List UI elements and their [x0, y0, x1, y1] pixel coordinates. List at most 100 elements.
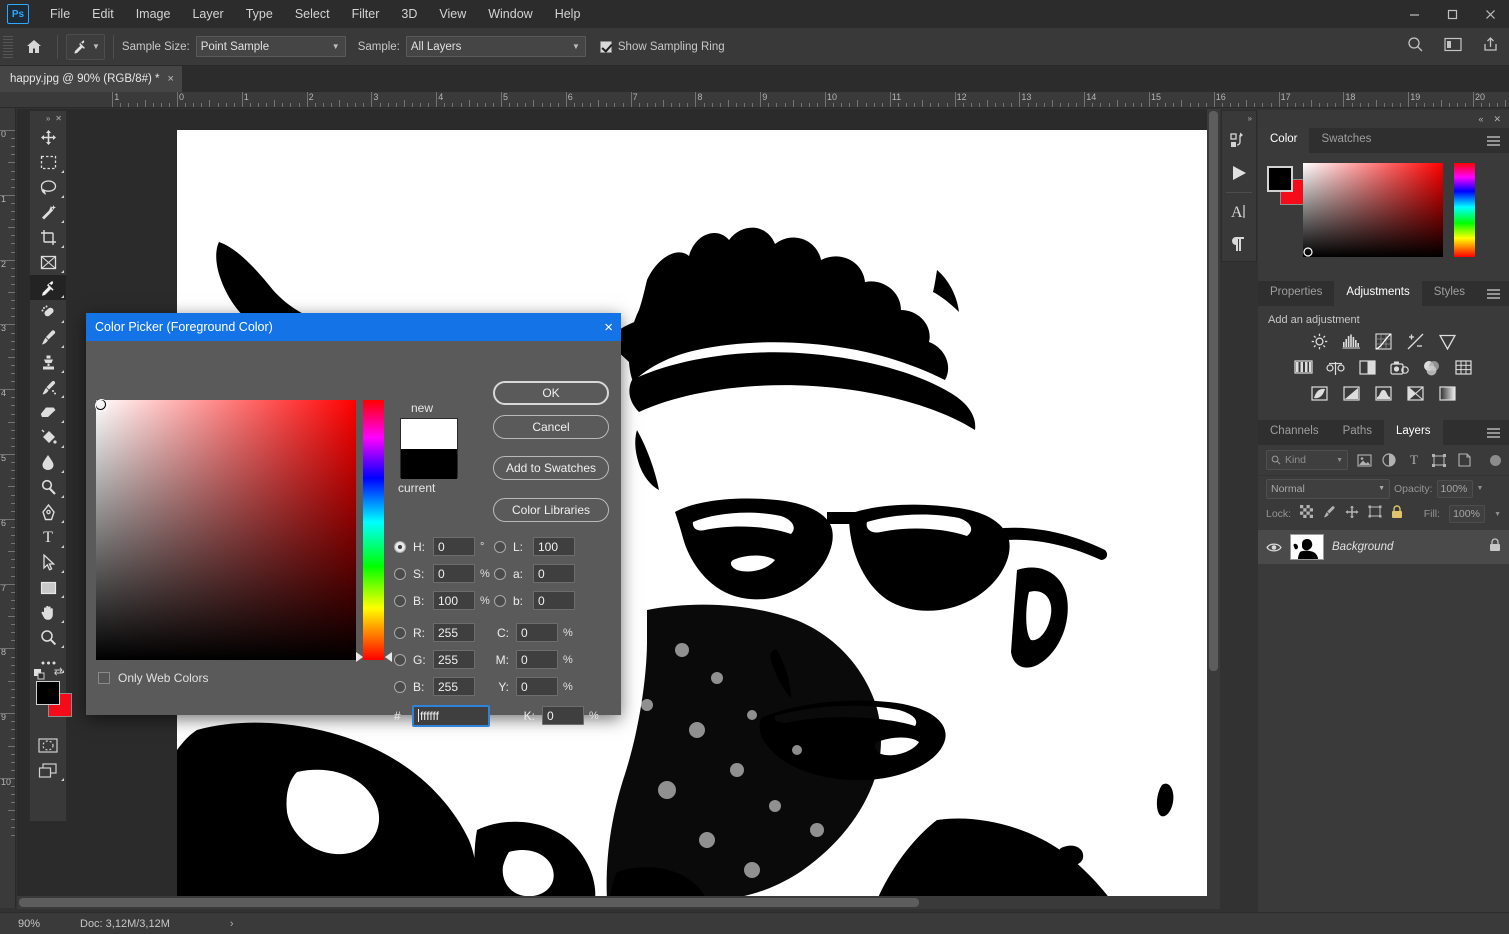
color-libraries-button[interactable]: Color Libraries	[493, 498, 609, 522]
ok-button[interactable]: OK	[493, 381, 609, 405]
smart-object-filter-icon[interactable]	[1455, 453, 1473, 467]
input-b-blue[interactable]: 255	[433, 677, 475, 696]
panel-menu-icon[interactable]	[1486, 134, 1501, 152]
channel-mixer-icon[interactable]	[1421, 358, 1443, 377]
tab-swatches[interactable]: Swatches	[1309, 128, 1384, 153]
radio-b-blue[interactable]	[394, 680, 406, 693]
menu-file[interactable]: File	[39, 3, 81, 25]
default-colors-icon[interactable]	[34, 667, 45, 680]
color-picker-titlebar[interactable]: Color Picker (Foreground Color) ×	[86, 313, 621, 341]
input-y[interactable]: 0	[516, 677, 558, 696]
menu-window[interactable]: Window	[477, 3, 543, 25]
tab-styles[interactable]: Styles	[1421, 281, 1478, 306]
adjustment-filter-icon[interactable]	[1380, 453, 1398, 467]
maximize-icon[interactable]	[1433, 0, 1471, 28]
only-web-colors-row[interactable]: Only Web Colors	[98, 671, 208, 685]
input-g[interactable]: 255	[433, 650, 475, 669]
tool-gradient[interactable]	[30, 425, 66, 450]
input-h[interactable]: 0	[433, 537, 475, 556]
lock-transparent-pixels-icon[interactable]	[1300, 505, 1314, 523]
color-preview[interactable]	[400, 418, 458, 479]
collapse-icon[interactable]: »	[46, 114, 50, 123]
hue-slider-handle-left[interactable]	[356, 652, 363, 662]
screen-mode-icon[interactable]	[30, 758, 66, 783]
tool-object-selection[interactable]	[30, 200, 66, 225]
tool-crop[interactable]	[30, 225, 66, 250]
minimize-icon[interactable]	[1395, 0, 1433, 28]
tool-rectangular-marquee[interactable]	[30, 150, 66, 175]
shape-filter-icon[interactable]	[1430, 453, 1448, 467]
tool-blur[interactable]	[30, 450, 66, 475]
layer-filter-kind-select[interactable]: Kind ▼	[1266, 450, 1348, 470]
tool-hand[interactable]	[30, 600, 66, 625]
menu-help[interactable]: Help	[544, 3, 592, 25]
panel-menu-icon[interactable]	[1486, 426, 1501, 444]
close-icon[interactable]	[1471, 0, 1509, 28]
tool-move[interactable]	[30, 125, 66, 150]
brightness-contrast-icon[interactable]	[1309, 332, 1331, 351]
posterize-icon[interactable]	[1341, 384, 1363, 403]
character-icon[interactable]: A	[1222, 196, 1256, 228]
menu-edit[interactable]: Edit	[81, 3, 125, 25]
color-balance-icon[interactable]	[1325, 358, 1347, 377]
fill-input[interactable]: 100%	[1449, 505, 1486, 523]
color-lookup-icon[interactable]	[1453, 358, 1475, 377]
input-l[interactable]: 100	[533, 537, 575, 556]
scrollbar-thumb[interactable]	[1209, 111, 1218, 671]
radio-b-brightness[interactable]	[394, 594, 406, 607]
layer-lock-icon[interactable]	[1489, 537, 1501, 557]
tab-paths[interactable]: Paths	[1330, 420, 1385, 445]
cancel-button[interactable]: Cancel	[493, 415, 609, 439]
tab-properties[interactable]: Properties	[1258, 281, 1335, 306]
options-bar-grip[interactable]	[3, 35, 13, 58]
type-filter-icon[interactable]: T	[1405, 452, 1423, 468]
threshold-icon[interactable]	[1373, 384, 1395, 403]
tool-spot-healing-brush[interactable]	[30, 300, 66, 325]
radio-b-lab[interactable]	[494, 594, 506, 607]
eye-icon[interactable]	[1266, 542, 1282, 553]
tool-clone-stamp[interactable]	[30, 350, 66, 375]
paragraph-icon[interactable]	[1222, 228, 1256, 260]
blend-mode-select[interactable]: Normal ▼	[1266, 478, 1390, 499]
swap-colors-icon[interactable]: ⇄	[54, 665, 63, 678]
tab-color[interactable]: Color	[1258, 128, 1310, 153]
show-sampling-ring-row[interactable]: Show Sampling Ring	[599, 40, 725, 53]
document-tab-happy[interactable]: happy.jpg @ 90% (RGB/8#) * ×	[0, 66, 183, 92]
collapse-dock-icon[interactable]: «	[1478, 114, 1483, 124]
input-s[interactable]: 0	[433, 564, 475, 583]
tab-channels[interactable]: Channels	[1258, 420, 1331, 445]
panel-menu-icon[interactable]	[1486, 287, 1501, 305]
tool-eraser[interactable]	[30, 400, 66, 425]
radio-r[interactable]	[394, 626, 406, 639]
only-web-colors-checkbox[interactable]	[98, 672, 110, 684]
input-k[interactable]: 0	[542, 706, 584, 725]
layer-name[interactable]: Background	[1332, 541, 1393, 553]
color-panel-hue-slider[interactable]	[1454, 163, 1475, 257]
tool-brush[interactable]	[30, 325, 66, 350]
opacity-input[interactable]: 100%	[1436, 479, 1473, 498]
lock-artboard-icon[interactable]	[1368, 505, 1382, 523]
zoom-level[interactable]: 90%	[0, 918, 58, 930]
pixel-filter-icon[interactable]	[1355, 453, 1373, 467]
chevron-down-icon[interactable]: ▼	[1477, 485, 1484, 492]
radio-s[interactable]	[394, 567, 406, 580]
color-panel-sv-field[interactable]	[1303, 163, 1443, 257]
history-icon[interactable]	[1222, 125, 1256, 157]
close-icon[interactable]: ×	[604, 320, 613, 335]
tool-dodge[interactable]	[30, 475, 66, 500]
menu-select[interactable]: Select	[284, 3, 341, 25]
curves-icon[interactable]	[1373, 332, 1395, 351]
panel-foreground-color-swatch[interactable]	[1267, 166, 1293, 192]
status-expand-icon[interactable]: ›	[230, 918, 234, 930]
layer-thumbnail[interactable]	[1290, 534, 1324, 560]
actions-play-icon[interactable]	[1222, 157, 1256, 189]
chevron-down-icon[interactable]: ▼	[1494, 511, 1501, 518]
close-icon[interactable]: ×	[168, 73, 174, 85]
black-white-icon[interactable]	[1357, 358, 1379, 377]
input-b-brightness[interactable]: 100	[433, 591, 475, 610]
menu-view[interactable]: View	[428, 3, 477, 25]
tab-adjustments[interactable]: Adjustments	[1334, 281, 1422, 306]
canvas-vertical-scrollbar[interactable]	[1207, 109, 1220, 909]
exposure-icon[interactable]	[1405, 332, 1427, 351]
tab-layers[interactable]: Layers	[1384, 420, 1443, 445]
